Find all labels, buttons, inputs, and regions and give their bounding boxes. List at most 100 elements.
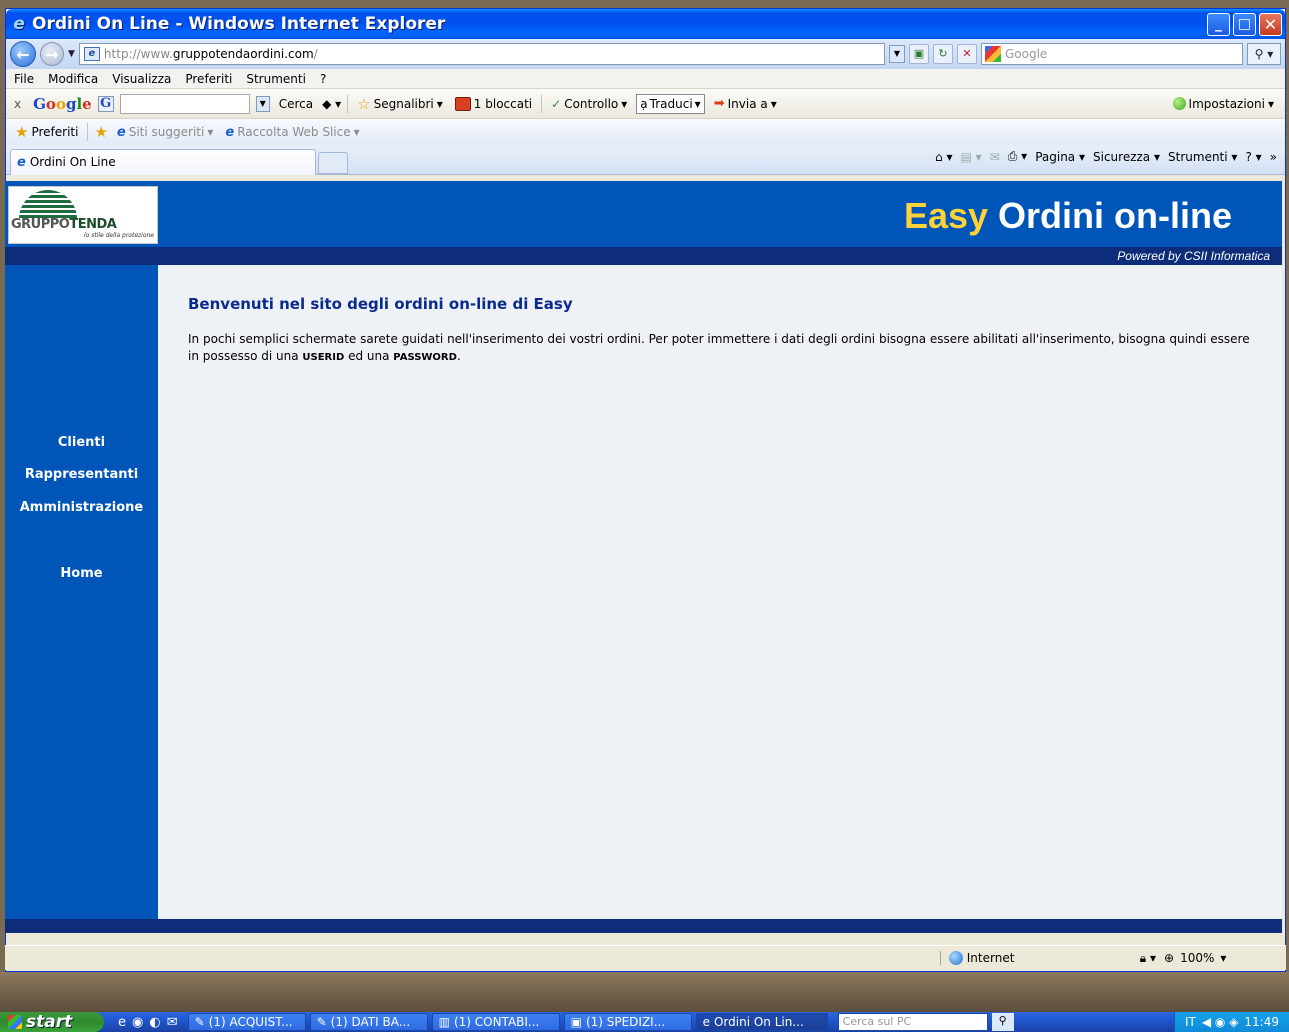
bookmarks-button[interactable]: ☆ Segnalibri ▾ (354, 94, 446, 114)
print-icon[interactable]: ⎙ ▾ (1008, 149, 1027, 164)
quick-launch: e ◉ ◐ ✉ (104, 1015, 188, 1030)
security-menu[interactable]: Sicurezza ▾ (1093, 150, 1160, 164)
nav-amministrazione[interactable]: Amministrazione (5, 500, 158, 515)
star-icon: ☆ (357, 94, 371, 113)
start-button[interactable]: start (0, 1012, 104, 1032)
web-slice-button[interactable]: e Raccolta Web Slice ▾ (222, 122, 362, 142)
google-toolbar-input[interactable] (119, 93, 250, 114)
tools-menu[interactable]: Strumenti ▾ (1168, 150, 1237, 164)
tab-label: Ordini On Line (29, 155, 116, 169)
menu-strumenti[interactable]: Strumenti (246, 72, 306, 86)
tray-icons[interactable]: ◀ ◉ ◈ (1202, 1015, 1239, 1029)
desktop-search-input[interactable]: Cerca sul PC (837, 1013, 988, 1031)
web-page: GRUPPOTENDA lo stile della protezione Ea… (5, 181, 1282, 933)
taskbar-item[interactable]: ▣ (1) SPEDIZI... (563, 1013, 692, 1031)
translate-button[interactable]: ạ Traduci ▾ (636, 93, 705, 114)
taskbar-item[interactable]: ▥ (1) CONTABI... (431, 1013, 560, 1031)
add-favorite-icon[interactable]: ★ (94, 123, 107, 141)
menu-modifica[interactable]: Modifica (48, 72, 98, 86)
google-input-dropdown-icon[interactable]: ▼ (255, 95, 270, 112)
search-input[interactable]: Google (981, 43, 1243, 65)
app-icon: ✎ (316, 1015, 327, 1029)
history-dropdown-icon[interactable]: ▼ (68, 49, 75, 59)
home-icon[interactable]: ⌂ ▾ (935, 150, 952, 164)
suggested-sites-button[interactable]: e Siti suggeriti ▾ (114, 122, 216, 142)
settings-button[interactable]: Impostazioni ▾ (1170, 94, 1277, 114)
nav-clienti[interactable]: Clienti (5, 435, 158, 450)
menu-preferiti[interactable]: Preferiti (185, 72, 232, 86)
url-domain: gruppotendaordini.com (172, 47, 314, 61)
translate-icon: ạ (640, 96, 648, 111)
welcome-heading: Benvenuti nel sito degli ordini on-line … (188, 295, 573, 313)
nav-home[interactable]: Home (5, 566, 158, 581)
status-green-icon (1172, 97, 1186, 110)
security-zone[interactable]: Internet (939, 951, 1140, 965)
site-title: Easy Ordini on-line (903, 195, 1232, 236)
zoom-dropdown-icon[interactable]: ▾ (1220, 951, 1226, 965)
address-dropdown-icon[interactable]: ▼ (889, 45, 905, 63)
page-menu[interactable]: Pagina ▾ (1035, 150, 1085, 164)
feeds-icon[interactable]: ▤ ▾ (960, 150, 981, 164)
ie-logo-icon: e (13, 14, 25, 34)
tab-ordini-on-line[interactable]: e Ordini On Line (10, 148, 316, 175)
send-icon: ➡ (713, 96, 725, 111)
main-content: Benvenuti nel sito degli ordini on-line … (158, 265, 1282, 919)
extra-buttons-icon[interactable]: ◆ ▾ (322, 97, 341, 111)
menu-visualizza[interactable]: Visualizza (112, 72, 171, 86)
help-icon[interactable]: ? ▾ (1245, 150, 1261, 164)
maximize-button[interactable]: □ (1233, 12, 1256, 36)
stop-icon[interactable]: ✕ (957, 44, 977, 64)
compatibility-view-icon[interactable]: ▣ (909, 44, 929, 64)
favorites-button[interactable]: ★ Preferiti (12, 122, 81, 142)
protected-mode-icon[interactable]: 🔒︎ ▾ (1140, 951, 1156, 966)
desktop-search-button[interactable]: ⚲ (991, 1013, 1014, 1031)
menu-help[interactable]: ? (320, 72, 326, 86)
quicklaunch-media-icon[interactable]: ◐ (149, 1015, 160, 1030)
popup-block-icon (454, 96, 471, 111)
close-button[interactable]: ✕ (1259, 12, 1282, 36)
quicklaunch-ie-icon[interactable]: e (118, 1015, 126, 1030)
separator (87, 123, 89, 141)
forward-button[interactable]: → (40, 42, 64, 66)
gruppotenda-logo[interactable]: GRUPPOTENDA lo stile della protezione (8, 186, 158, 244)
welcome-text: In pochi semplici schermate sarete guida… (188, 332, 1250, 363)
nav-rappresentanti[interactable]: Rappresentanti (5, 467, 158, 482)
minimize-button[interactable]: _ (1207, 12, 1230, 36)
refresh-icon[interactable]: ↻ (933, 44, 953, 64)
ie-mini-icon: e (116, 124, 126, 140)
popup-blocker-button[interactable]: 1 bloccati (452, 94, 535, 114)
menu-file[interactable]: File (14, 72, 34, 86)
send-to-button[interactable]: ➡ Invia a ▾ (711, 94, 780, 114)
new-tab-button[interactable] (318, 151, 348, 174)
language-indicator[interactable]: IT (1185, 1015, 1196, 1029)
close-toolbar-icon[interactable]: x (14, 97, 21, 111)
search-button[interactable]: ⚲ ▾ (1247, 43, 1281, 65)
separator (541, 94, 543, 113)
google-toolbar: x Google G ▼ Cerca ◆ ▾ ☆ Segnalibri ▾ 1 bl… (6, 89, 1285, 119)
windows-taskbar: start e ◉ ◐ ✉ ✎ (1) ACQUIST... ✎ (1) DATI … (0, 1012, 1289, 1032)
google-logo: Google (33, 94, 92, 113)
back-button[interactable]: ← (10, 41, 36, 67)
zoom-control[interactable]: ⊕ 100% ▾ (1156, 951, 1286, 965)
google-search-button[interactable]: Cerca (276, 94, 316, 114)
system-tray: IT ◀ ◉ ◈ 11:49 (1173, 1012, 1289, 1032)
zoom-icon: ⊕ (1164, 951, 1175, 965)
status-bar: Internet 🔒︎ ▾ ⊕ 100% ▾ (5, 945, 1286, 970)
mail-icon[interactable]: ✉ (990, 150, 1000, 164)
quicklaunch-app-icon[interactable]: ◉ (132, 1015, 143, 1030)
title-bar[interactable]: e Ordini On Line - Windows Internet Expl… (6, 9, 1285, 39)
taskbar-item[interactable]: ✎ (1) ACQUIST... (187, 1013, 306, 1031)
taskbar-item-active[interactable]: e Ordini On Lin... (695, 1013, 828, 1031)
taskbar-item[interactable]: ✎ (1) DATI BA... (309, 1013, 428, 1031)
windows-flag-icon (8, 1015, 22, 1029)
ie-icon: e (702, 1015, 710, 1029)
spellcheck-button[interactable]: ✓ Controllo ▾ (548, 94, 630, 114)
google-search-provider-icon (985, 46, 1001, 62)
address-field[interactable]: e http://www.gruppotendaordini.com/ (78, 43, 885, 65)
site-header: GRUPPOTENDA lo stile della protezione Ea… (5, 181, 1282, 247)
quicklaunch-mail-icon[interactable]: ✉ (167, 1015, 178, 1030)
command-bar: ⌂ ▾ ▤ ▾ ✉ ⎙ ▾ Pagina ▾ Sicurezza ▾ Strum… (935, 149, 1277, 164)
more-chevron-icon[interactable]: » (1270, 150, 1277, 164)
google-menu-icon[interactable]: G (97, 95, 114, 112)
separator (347, 94, 349, 113)
